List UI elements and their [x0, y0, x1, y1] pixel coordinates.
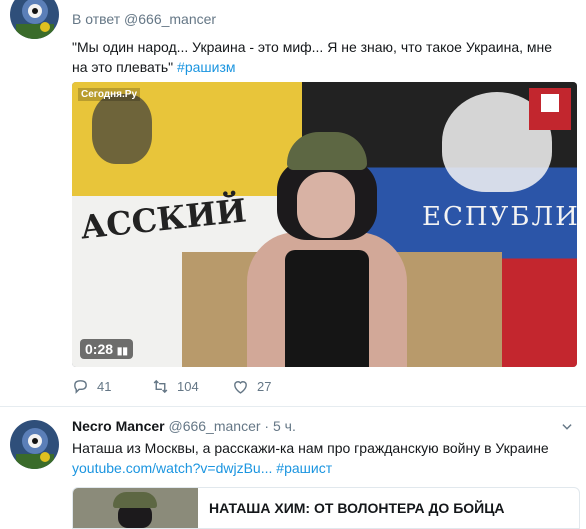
sound-icon: ▮▮	[116, 346, 128, 357]
tweet-text: Наташа из Москвы, а расскажи-ка нам про …	[72, 438, 572, 478]
video-duration: 0:28	[85, 341, 114, 357]
reply-context: В ответ @666_mancer	[72, 11, 216, 27]
tweet-text: "Мы один народ... Украина - это миф... Я…	[72, 37, 562, 77]
link-preview-card[interactable]: НАТАША ХИМ: ОТ ВОЛОНТЕРА ДО БОЙЦА	[72, 487, 580, 529]
retweet-button[interactable]: 104	[152, 378, 199, 395]
tweet-divider	[0, 406, 586, 407]
like-count: 27	[257, 379, 272, 394]
video-person	[247, 132, 407, 367]
channel-logo	[529, 88, 571, 130]
card-thumbnail	[73, 488, 198, 528]
tweet-text-content: "Мы один народ... Украина - это миф... Я…	[72, 39, 553, 75]
separator: ·	[264, 418, 270, 434]
handle-link[interactable]: @666_mancer	[168, 418, 260, 434]
youtube-link[interactable]: youtube.com/watch?v=dwjzBu...	[72, 460, 272, 476]
heart-icon	[234, 381, 247, 394]
flag-right-text: ЕСПУБЛИ	[422, 202, 577, 232]
reply-prefix: В ответ	[72, 11, 121, 27]
retweet-icon	[153, 379, 168, 394]
emblem-left	[92, 94, 152, 164]
like-button[interactable]: 27	[232, 378, 271, 395]
chevron-down-icon[interactable]	[560, 420, 574, 434]
display-name-link[interactable]: Necro Mancer	[72, 418, 165, 434]
tweet-header: Necro Mancer @666_mancer · 5 ч.	[72, 418, 296, 434]
watermark-logo: Сегодня.Ру	[78, 88, 141, 101]
reply-handle-link[interactable]: @666_mancer	[124, 11, 216, 27]
avatar[interactable]	[10, 420, 59, 469]
hashtag-link[interactable]: #рашизм	[177, 59, 235, 75]
card-title: НАТАША ХИМ: ОТ ВОЛОНТЕРА ДО БОЙЦА	[209, 500, 505, 516]
video-duration-badge: 0:28 ▮▮	[80, 339, 133, 359]
reply-icon	[74, 380, 87, 394]
reply-button[interactable]: 41	[72, 378, 111, 395]
tweet-text-content: Наташа из Москвы, а расскажи-ка нам про …	[72, 440, 549, 456]
hashtag-link[interactable]: #рашист	[276, 460, 332, 476]
timestamp-link[interactable]: 5 ч.	[273, 418, 296, 434]
retweet-count: 104	[177, 379, 199, 394]
reply-count: 41	[97, 379, 112, 394]
avatar[interactable]	[10, 0, 59, 39]
video-player[interactable]: АССКИЙ ЕСПУБЛИ Сегодня.Ру 0:28 ▮▮	[72, 82, 577, 367]
